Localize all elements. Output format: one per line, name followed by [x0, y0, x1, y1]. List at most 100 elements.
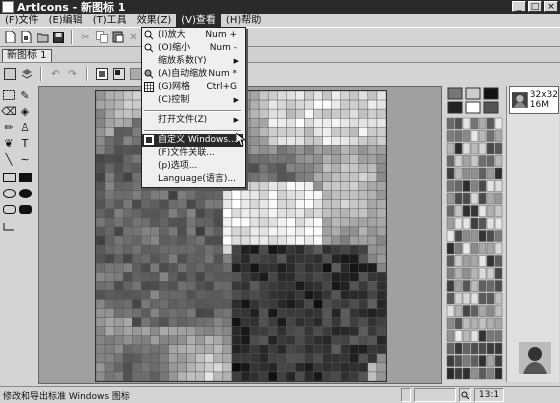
- drawing-tools: ✎ ⌫ ◈ ✏ ♙ ❦ T ╲ ∼: [0, 86, 34, 236]
- menu-item-zoom-out[interactable]: (O)缩小 Num -: [142, 42, 243, 55]
- icon-thumbnail: [512, 92, 528, 108]
- format-size: 32x32: [529, 90, 558, 100]
- minimize-button[interactable]: _: [512, 1, 526, 12]
- mouse-pointer-icon: [236, 133, 246, 147]
- copy-icon[interactable]: [95, 31, 108, 44]
- menu-view[interactable]: (V)查看: [176, 14, 221, 27]
- status-message: 修改和导出标准 Windows 图标: [3, 391, 130, 402]
- new-file-icon[interactable]: [4, 31, 17, 44]
- airbrush-icon[interactable]: ❦: [2, 136, 16, 150]
- menu-item-shortcut: Num *: [208, 69, 237, 79]
- redo-icon[interactable]: ↷: [66, 68, 79, 81]
- new-image-icon[interactable]: [20, 31, 33, 44]
- menu-separator: [144, 110, 241, 112]
- menu-item-zoom-factor[interactable]: 缩放系数(Y) ▶: [142, 55, 243, 68]
- menu-tools[interactable]: (T)工具: [88, 14, 132, 27]
- new-format-icon[interactable]: [3, 68, 16, 81]
- menu-item-label: (I)放大: [158, 30, 186, 40]
- open-folder-icon[interactable]: [36, 31, 49, 44]
- filled-ellipse-icon[interactable]: [18, 186, 32, 200]
- auto-zoom-icon: [144, 69, 154, 79]
- window-title: ArtIcons - 新图标 1: [17, 1, 126, 14]
- menu-item-grid[interactable]: (G)网格 Ctrl+G: [142, 81, 243, 94]
- undo-icon[interactable]: ↶: [49, 68, 62, 81]
- menu-effects[interactable]: 效果(Z): [132, 14, 177, 27]
- export-image-icon[interactable]: [112, 68, 125, 81]
- status-indicator: [401, 388, 411, 402]
- filled-rectangle-icon[interactable]: [18, 170, 32, 184]
- app-icon: [2, 1, 14, 13]
- menu-file[interactable]: (F)文件: [0, 14, 44, 27]
- paste-icon[interactable]: [111, 31, 124, 44]
- layers-icon[interactable]: [20, 68, 33, 81]
- maximize-button[interactable]: □: [528, 1, 542, 12]
- zoom-level: 13:1: [474, 388, 504, 402]
- actual-size-preview: [519, 342, 551, 374]
- menu-item-control[interactable]: (C)控制 ▶: [142, 94, 243, 107]
- title-bar[interactable]: ArtIcons - 新图标 1 _ □ ×: [0, 0, 560, 14]
- fill-bucket-icon[interactable]: ◈: [18, 104, 32, 118]
- line-icon[interactable]: ╲: [2, 152, 16, 166]
- pencil-icon[interactable]: ✏: [2, 120, 16, 134]
- menu-item-auto-zoom[interactable]: (A)自动缩放 Num *: [142, 68, 243, 81]
- cut-icon[interactable]: ✂: [79, 31, 92, 44]
- close-button[interactable]: ×: [544, 1, 558, 12]
- submenu-arrow-icon: ▶: [233, 96, 239, 104]
- eraser-icon[interactable]: ⌫: [1, 104, 17, 118]
- format-info: 32x32 16M: [530, 90, 558, 110]
- curve-icon[interactable]: ∼: [18, 152, 32, 166]
- menu-item-label: (O)缩小: [158, 43, 191, 53]
- menu-item-label: Language(语言)...: [158, 174, 237, 184]
- menu-item-shortcut: Ctrl+G: [206, 82, 237, 92]
- window-controls: _ □ ×: [512, 1, 558, 12]
- app-window: ArtIcons - 新图标 1 _ □ × (F)文件 (E)编辑 (T)工具…: [0, 0, 560, 403]
- status-coordinates: [414, 388, 456, 402]
- toolbar-separator: [40, 67, 42, 81]
- menu-item-label: (G)网格: [158, 82, 190, 92]
- filled-rounded-rect-icon[interactable]: [18, 202, 32, 216]
- rect-select-icon[interactable]: [2, 88, 16, 102]
- tab-new-icon-1[interactable]: 新图标 1: [2, 49, 52, 62]
- menu-item-file-association[interactable]: (F)文件关联...: [142, 147, 243, 160]
- palette-swatches[interactable]: [446, 86, 504, 382]
- ellipse-icon[interactable]: [2, 186, 16, 200]
- menu-help[interactable]: (H)帮助: [221, 14, 266, 27]
- menu-edit[interactable]: (E)编辑: [44, 14, 88, 27]
- menu-bar: (F)文件 (E)编辑 (T)工具 效果(Z) (V)查看 (H)帮助: [0, 14, 560, 27]
- toolbar-separator: [71, 30, 73, 44]
- menu-item-zoom-in[interactable]: (I)放大 Num +: [142, 29, 243, 42]
- menu-item-open-file[interactable]: 打开文件(Z) ▶: [142, 114, 243, 127]
- menu-item-language[interactable]: Language(语言)...: [142, 173, 243, 186]
- import-image-icon[interactable]: [95, 68, 108, 81]
- format-colors: 16M: [529, 100, 549, 110]
- zoom-icon: [459, 388, 471, 402]
- text-icon[interactable]: T: [18, 136, 32, 150]
- rounded-rect-icon[interactable]: [2, 202, 16, 216]
- menu-item-options[interactable]: (p)选项...: [142, 160, 243, 173]
- main-toolbar: ✂ ✕: [0, 27, 560, 47]
- preview-panel: 32x32 16M: [506, 86, 559, 382]
- line-width-icon[interactable]: [2, 220, 16, 234]
- delete-icon[interactable]: ✕: [127, 31, 140, 44]
- format-selector[interactable]: 32x32 16M: [509, 86, 559, 114]
- menu-item-label: (A)自动缩放: [158, 69, 208, 79]
- menu-item-label: (p)选项...: [158, 161, 198, 171]
- view-menu-dropdown: (I)放大 Num + (O)缩小 Num - 缩放系数(Y) ▶ (A)自动缩…: [141, 27, 246, 188]
- submenu-arrow-icon: ▶: [233, 57, 239, 65]
- menu-item-label: (C)控制: [158, 95, 190, 105]
- menu-item-label: 打开文件(Z): [158, 115, 208, 125]
- menu-item-customize-windows[interactable]: 自定义 Windows...: [142, 134, 243, 147]
- menu-item-label: (F)文件关联...: [158, 148, 215, 158]
- color-palette: [446, 86, 504, 382]
- eyedropper-icon[interactable]: ✎: [18, 88, 32, 102]
- brush-icon[interactable]: ♙: [18, 120, 32, 134]
- rectangle-icon[interactable]: [2, 170, 16, 184]
- submenu-arrow-icon: ▶: [233, 116, 239, 124]
- menu-item-shortcut: Num +: [205, 30, 237, 40]
- status-bar: 修改和导出标准 Windows 图标 13:1: [0, 386, 560, 403]
- save-icon[interactable]: [52, 31, 65, 44]
- menu-item-label: 缩放系数(Y): [158, 56, 207, 66]
- windows-icon: [144, 135, 154, 145]
- menu-item-label: 自定义 Windows...: [158, 135, 237, 145]
- menu-separator: [144, 130, 241, 132]
